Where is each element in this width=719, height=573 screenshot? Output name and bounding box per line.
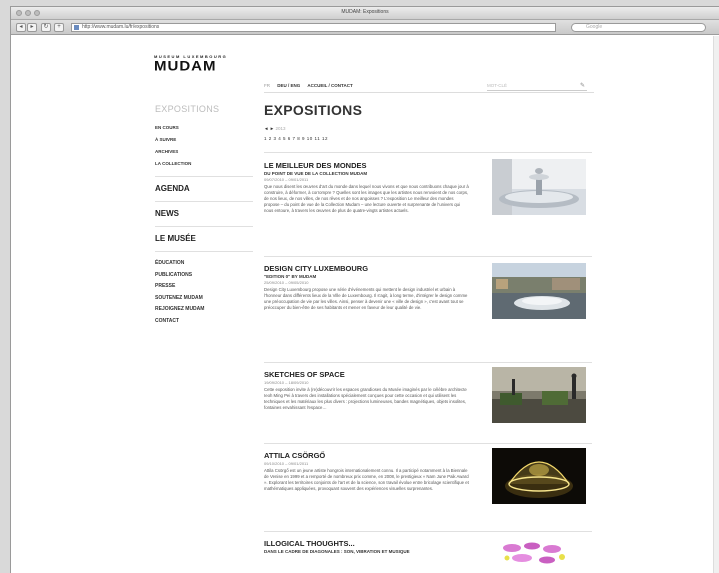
address-bar[interactable]: http://www.mudam.lu/fr/expositions [71, 23, 556, 32]
sidebar-heading[interactable]: EXPOSITIONS [155, 104, 253, 114]
pager-year: 2013 [275, 126, 286, 131]
back-button[interactable]: ◂ [16, 23, 26, 32]
design-city-image[interactable] [492, 263, 586, 319]
top-links[interactable]: ACCUEIL / CONTACT [307, 83, 352, 88]
page-scrollbar[interactable] [713, 36, 719, 573]
logo-wordmark: MUDAM [154, 58, 217, 75]
year-pager: ◄ ► 2013 [264, 126, 592, 131]
web-page: MUSEUM LUXEMBOURG MUDAM FR DEU / ENG ACC… [11, 36, 719, 573]
sidebar-sub-archives[interactable]: ARCHIVES [155, 146, 253, 158]
list-item[interactable]: DESIGN CITY LUXEMBOURG "EDITION 0" BY MU… [264, 257, 592, 363]
list-item[interactable]: ILLOGICAL THOUGHTS... DANS LE CADRE DE D… [264, 532, 592, 572]
sidebar-link-rejoignez[interactable]: REJOIGNEZ MUDAM [155, 304, 253, 316]
forward-button[interactable]: ▸ [27, 23, 37, 32]
entry-subtitle: DANS LE CADRE DE DIAGONALES : SON, VIBRA… [264, 549, 410, 554]
window-title: MUDAM: Expositions [341, 9, 389, 15]
url-text: http://www.mudam.lu/fr/expositions [82, 24, 160, 30]
illogical-thoughts-image[interactable] [492, 538, 586, 568]
language-links[interactable]: DEU / ENG [277, 83, 300, 88]
current-language: FR [264, 83, 270, 88]
attila-csorgo-image[interactable] [492, 448, 586, 504]
top-navigation: FR DEU / ENG ACCUEIL / CONTACT [264, 83, 359, 88]
sidebar-link-soutenez[interactable]: SOUTENEZ MUDAM [155, 293, 253, 305]
list-item[interactable]: SKETCHES OF SPACE 19/09/2010 – 18/09/201… [264, 363, 592, 444]
sidebar-sub-en-cours[interactable]: EN COURS [155, 122, 253, 134]
sidebar-item-agenda[interactable]: AGENDA [155, 176, 253, 201]
sidebar-sub-a-suivre[interactable]: À SUIVRE [155, 134, 253, 146]
sidebar-sub-collection[interactable]: LA COLLECTION [155, 158, 253, 170]
entry-text: Design City Luxembourg propose une série… [264, 287, 468, 310]
sidebar-link-presse[interactable]: PRESSE [155, 281, 253, 293]
reload-button[interactable]: ↻ [41, 23, 51, 32]
sidebar-link-education[interactable]: ÉDUCATION [155, 258, 253, 270]
title-bar: MUDAM: Expositions [11, 7, 719, 20]
site-search-placeholder: MOT-CLÉ [487, 83, 508, 88]
add-bookmark-button[interactable]: + [54, 23, 64, 32]
list-item[interactable]: ATTILA CSÖRGŐ 09/10/2010 – 09/01/2011 At… [264, 444, 592, 532]
page-numbers[interactable]: 1 2 3 4 5 6 7 8 9 10 11 12 [264, 136, 592, 141]
main-content: EXPOSITIONS ◄ ► 2013 1 2 3 4 5 6 7 8 9 1… [264, 102, 592, 572]
browser-window: MUDAM: Expositions ◂ ▸ ↻ + http://www.mu… [10, 6, 719, 573]
browser-search-field[interactable]: Google [571, 23, 706, 32]
sidebar-item-news[interactable]: NEWS [155, 201, 253, 226]
browser-toolbar: ◂ ▸ ↻ + http://www.mudam.lu/fr/expositio… [11, 20, 719, 35]
pager-arrows[interactable]: ◄ ► [264, 126, 274, 131]
sidebar: EXPOSITIONS EN COURS À SUIVRE ARCHIVES L… [155, 104, 253, 327]
sketches-image[interactable] [492, 367, 586, 423]
header-divider [264, 92, 594, 93]
search-pencil-icon[interactable]: ✎ [580, 81, 585, 91]
fountain-image[interactable] [492, 159, 586, 215]
sidebar-item-le-musee[interactable]: LE MUSÉE [155, 226, 253, 251]
list-item[interactable]: LE MEILLEUR DES MONDES DU POINT DE VUE D… [264, 153, 592, 257]
entry-text: Attila Csörgő est un jeune artiste hongr… [264, 468, 469, 491]
site-logo[interactable]: MUSEUM LUXEMBOURG MUDAM [154, 54, 227, 75]
sidebar-links: ÉDUCATION PUBLICATIONS PRESSE SOUTENEZ M… [155, 251, 253, 327]
sidebar-link-publications[interactable]: PUBLICATIONS [155, 270, 253, 282]
favicon-icon [74, 25, 79, 30]
entry-text: Que nous disent les œuvres d'art du mond… [264, 184, 469, 213]
site-search-input[interactable]: MOT-CLÉ ✎ [487, 81, 587, 91]
sidebar-link-contact[interactable]: CONTACT [155, 316, 253, 328]
page-title: EXPOSITIONS [264, 102, 363, 118]
entry-text: Cette exposition invite à (re)découvrir … [264, 387, 467, 410]
